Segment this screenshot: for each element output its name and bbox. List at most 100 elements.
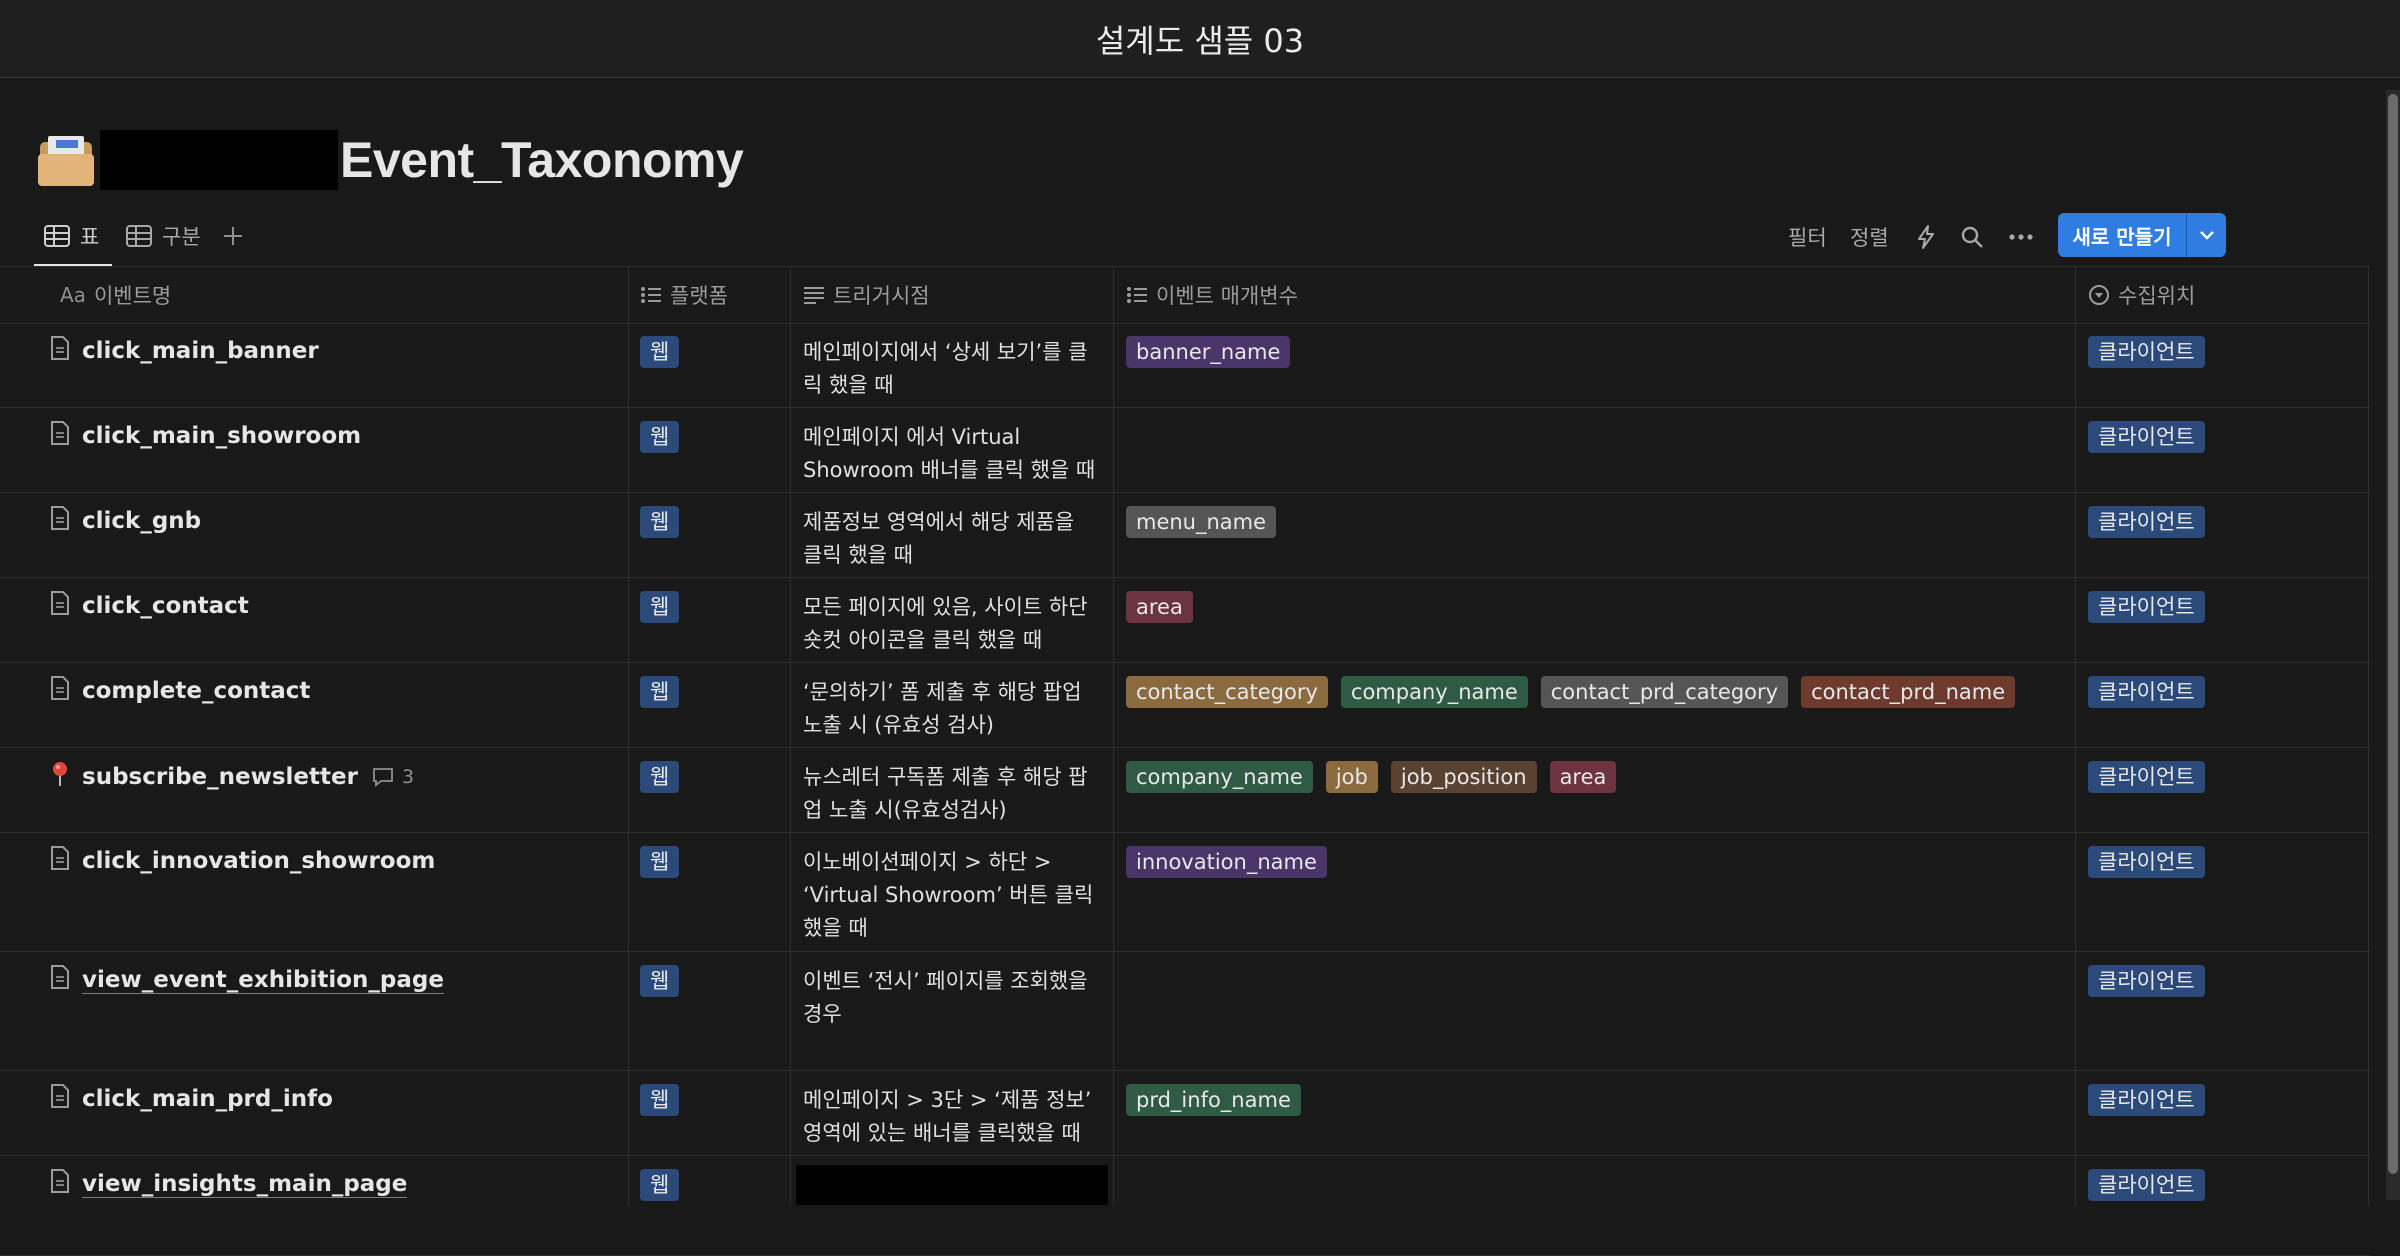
event-name-cell[interactable]: click_main_banner [50,336,319,366]
add-view-button[interactable] [222,216,254,256]
trigger-cell[interactable]: 이노베이션페이지 > 하단 > ‘Virtual Showroom’ 버튼 클릭 했… [803,846,1103,945]
event-name-cell[interactable]: subscribe_newsletter 3 [50,761,414,793]
event-name-cell[interactable]: view_insights_main_page [50,1169,408,1199]
file-box-icon[interactable] [38,132,94,188]
trigger-cell[interactable]: 모든 페이지에 있음, 사이트 하단 숏컷 아이콘을 클릭 했을 때 [803,591,1103,657]
event-name-cell[interactable]: click_main_prd_info [50,1084,333,1114]
event-name-cell[interactable]: view_event_exhibition_page [50,965,444,995]
platform-cell[interactable]: 웹 [640,846,680,878]
event-name-cell[interactable]: click_gnb [50,506,201,536]
column-header-trigger[interactable]: 트리거시점 [803,267,930,323]
event-name-cell[interactable]: click_contact [50,591,249,621]
params-cell[interactable]: menu_name [1126,506,1277,538]
column-header-platform[interactable]: 플랫폼 [640,267,728,323]
column-header-location[interactable]: 수집위치 [2088,267,2195,323]
location-cell[interactable]: 클라이언트 [2088,591,2205,623]
trigger-cell[interactable]: 제품정보 영역에서 해당 제품을 클릭 했을 때 [803,506,1103,572]
table-row[interactable]: click_main_banner 웹 메인페이지에서 ‘상세 보기’를 클릭 했을… [0,322,2370,408]
event-name[interactable]: subscribe_newsletter [82,764,358,790]
trigger-cell[interactable]: 메인페이지에서 ‘상세 보기’를 클릭 했을 때 [803,336,1103,402]
location-cell[interactable]: 클라이언트 [2088,506,2205,538]
event-name[interactable]: click_contact [82,593,249,619]
column-header-name[interactable]: Aa 이벤트명 [60,267,171,323]
location-tag: 클라이언트 [2088,336,2205,368]
trigger-line: ‘문의하기’ 폼 제출 후 해당 팝업 [803,680,1082,704]
event-name[interactable]: click_innovation_showroom [82,848,435,874]
platform-cell[interactable]: 웹 [640,761,680,793]
tab-table-view[interactable]: 표 [44,216,99,256]
platform-cell[interactable]: 웹 [640,591,680,623]
trigger-cell[interactable]: ‘문의하기’ 폼 제출 후 해당 팝업 노출 시 (유효성 검사) [803,676,1103,742]
event-name[interactable]: click_main_prd_info [82,1086,333,1112]
params-cell[interactable]: contact_category company_name contact_prd_… [1126,676,2016,708]
location-cell[interactable]: 클라이언트 [2088,336,2205,368]
scrollbar-thumb[interactable] [2388,94,2398,1174]
location-cell[interactable]: 클라이언트 [2088,965,2205,997]
chevron-down-icon[interactable] [2187,230,2226,240]
event-name-cell[interactable]: click_innovation_showroom [50,846,435,876]
trigger-line: 클릭 했을 때 [803,543,913,567]
table-row[interactable]: view_event_exhibition_page 웹 이벤트 ‘전시’ 페이지를… [0,951,2370,1071]
platform-cell[interactable]: 웹 [640,676,680,708]
params-cell[interactable]: area [1126,591,1193,623]
location-cell[interactable]: 클라이언트 [2088,421,2205,453]
trigger-cell[interactable]: 메인페이지 > 3단 > ‘제품 정보’ 영역에 있는 배너를 클릭했을 때 [803,1084,1103,1150]
table-row[interactable]: click_gnb 웹 제품정보 영역에서 해당 제품을 클릭 했을 때 menu_na… [0,492,2370,578]
platform-cell[interactable]: 웹 [640,1169,680,1201]
trigger-cell[interactable]: 메인페이지 에서 Virtual Showroom 배너를 클릭 했을 때 [803,421,1103,487]
event-name[interactable]: view_insights_main_page [82,1171,408,1198]
automation-button[interactable] [1916,220,1936,254]
table-row[interactable]: view_insights_main_page 웹 클라이언트 [0,1155,2370,1256]
sort-button[interactable]: 정렬 [1850,220,1889,254]
params-cell[interactable]: banner_name [1126,336,1291,368]
table-row[interactable]: complete_contact 웹 ‘문의하기’ 폼 제출 후 해당 팝업 노출 시… [0,662,2370,748]
params-cell[interactable]: prd_info_name [1126,1084,1301,1116]
text-icon [804,287,824,304]
event-name[interactable]: click_gnb [82,508,201,534]
new-button[interactable]: 새로 만들기 [2058,213,2226,257]
trigger-cell[interactable]: 이벤트 ‘전시’ 페이지를 조회했을 경우 [803,965,1103,1031]
param-tag: company_name [1126,761,1313,793]
event-name[interactable]: view_event_exhibition_page [82,967,444,994]
list-icon [1127,287,1147,303]
event-name[interactable]: click_main_showroom [82,423,361,449]
event-name[interactable]: click_main_banner [82,338,319,364]
param-tag: area [1549,761,1617,793]
table-row[interactable]: click_innovation_showroom 웹 이노베이션페이지 > 하단 … [0,832,2370,952]
platform-cell[interactable]: 웹 [640,1084,680,1116]
platform-cell[interactable]: 웹 [640,506,680,538]
location-cell[interactable]: 클라이언트 [2088,761,2205,793]
platform-cell[interactable]: 웹 [640,421,680,453]
trigger-cell[interactable]: 뉴스레터 구독폼 제출 후 해당 팝업 노출 시(유효성검사) [803,761,1103,827]
tab-label: 구분 [162,225,201,249]
trigger-line: 영역에 있는 배너를 클릭했을 때 [803,1121,1081,1145]
search-button[interactable] [1960,220,1984,254]
trigger-line: ‘Virtual Showroom’ 버튼 클릭 [803,883,1094,907]
platform-tag: 웹 [640,676,680,708]
params-cell[interactable]: innovation_name [1126,846,1327,878]
location-cell[interactable]: 클라이언트 [2088,676,2205,708]
table-row[interactable]: click_contact 웹 모든 페이지에 있음, 사이트 하단 숏컷 아이콘을 … [0,577,2370,663]
platform-cell[interactable]: 웹 [640,336,680,368]
location-cell[interactable]: 클라이언트 [2088,1169,2205,1201]
event-name[interactable]: complete_contact [82,678,310,704]
platform-tag: 웹 [640,336,680,368]
event-name-cell[interactable]: click_main_showroom [50,421,361,451]
platform-cell[interactable]: 웹 [640,965,680,997]
window-titlebar: 설계도 샘플 03 [0,0,2400,78]
table-row[interactable]: click_main_showroom 웹 메인페이지 에서 Virtual Show… [0,407,2370,493]
params-cell[interactable]: company_name job job_position area [1126,761,1617,793]
location-cell[interactable]: 클라이언트 [2088,1084,2205,1116]
table-row[interactable]: click_main_prd_info 웹 메인페이지 > 3단 > ‘제품 정보’… [0,1070,2370,1156]
tab-group-view[interactable]: 구분 [126,216,201,256]
vertical-scrollbar[interactable] [2386,90,2400,1200]
platform-tag: 웹 [640,965,680,997]
column-header-params[interactable]: 이벤트 매개변수 [1126,267,1298,323]
page-title[interactable]: Event_Taxonomy [340,131,744,189]
event-name-cell[interactable]: complete_contact [50,676,310,706]
table-row[interactable]: subscribe_newsletter 3 웹 뉴스레터 구독폼 제출 후 해당 팝… [0,747,2370,833]
more-options-button[interactable] [2008,220,2034,254]
filter-button[interactable]: 필터 [1788,220,1827,254]
location-cell[interactable]: 클라이언트 [2088,846,2205,878]
comment-count[interactable]: 3 [372,766,414,788]
